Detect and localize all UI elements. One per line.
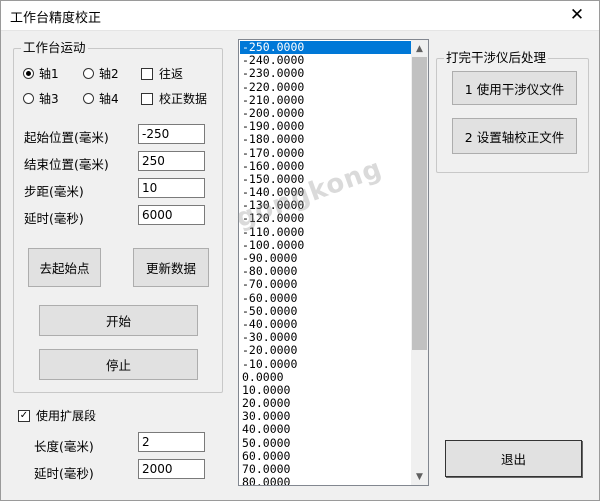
axis4-label: 轴4: [99, 92, 119, 106]
position-list[interactable]: -250.0000 -240.0000 -230.0000 -220.0000 -210…: [238, 39, 429, 486]
radio-dot-icon: [23, 93, 34, 104]
axis3-label: 轴3: [39, 92, 59, 106]
list-item[interactable]: 40.0000: [240, 423, 412, 436]
window-title: 工作台精度校正: [10, 11, 102, 26]
list-item[interactable]: -220.0000: [240, 80, 412, 94]
extension-delay-label: 延时(毫秒): [34, 466, 94, 481]
end-position-input[interactable]: [138, 151, 205, 171]
axis1-label: 轴1: [39, 67, 59, 81]
reciprocate-label: 往返: [159, 67, 184, 81]
use-interferometer-file-button[interactable]: 1 使用干涉仪文件: [452, 71, 577, 105]
list-item[interactable]: -70.0000: [240, 278, 412, 291]
list-item[interactable]: -120.0000: [240, 212, 412, 225]
start-position-input[interactable]: [138, 124, 205, 144]
checkbox-icon: [141, 92, 153, 105]
checkbox-icon: [141, 67, 153, 80]
title-bar: 工作台精度校正 ✕: [0, 0, 600, 31]
goto-start-button[interactable]: 去起始点: [28, 248, 101, 287]
list-item[interactable]: 0.0000: [240, 370, 412, 384]
exit-button[interactable]: 退出: [445, 440, 582, 477]
list-item[interactable]: -20.0000: [240, 344, 412, 357]
vertical-scrollbar[interactable]: ▲ ▼: [411, 40, 428, 485]
extension-length-label: 长度(毫米): [34, 439, 94, 454]
use-extension-checkbox[interactable]: ✓ 使用扩展段: [18, 407, 96, 424]
set-axis-calib-file-button[interactable]: 2 设置轴校正文件: [452, 118, 577, 154]
delay-input[interactable]: [138, 205, 205, 225]
list-item[interactable]: -170.0000: [240, 146, 412, 160]
position-list-items: -250.0000 -240.0000 -230.0000 -220.0000 -210…: [240, 40, 412, 485]
axis3-radio[interactable]: 轴3: [23, 90, 59, 107]
update-data-button[interactable]: 更新数据: [133, 248, 209, 287]
end-position-label: 结束位置(毫米): [24, 157, 109, 172]
radio-dot-icon: [23, 68, 34, 79]
step-label: 步距(毫米): [24, 184, 84, 199]
list-item[interactable]: -160.0000: [240, 159, 412, 173]
start-position-label: 起始位置(毫米): [24, 130, 109, 145]
interferometer-group-label: 打完干涉仪后处理: [444, 50, 549, 66]
reciprocate-checkbox[interactable]: 往返: [141, 65, 183, 82]
list-item[interactable]: 80.0000: [240, 475, 412, 485]
axis2-label: 轴2: [99, 67, 119, 81]
list-item[interactable]: -50.0000: [240, 304, 412, 318]
list-item[interactable]: -110.0000: [240, 225, 412, 239]
list-item[interactable]: -180.0000: [240, 133, 412, 146]
list-item[interactable]: -230.0000: [240, 67, 412, 80]
list-item[interactable]: 50.0000: [240, 436, 412, 450]
stage-motion-group-label: 工作台运动: [21, 40, 88, 56]
list-item[interactable]: -10.0000: [240, 357, 412, 371]
axis4-radio[interactable]: 轴4: [83, 90, 119, 107]
stop-button[interactable]: 停止: [39, 349, 198, 380]
list-item[interactable]: -60.0000: [240, 291, 412, 305]
list-item[interactable]: -210.0000: [240, 93, 412, 107]
check-icon: ✓: [18, 409, 30, 422]
step-input[interactable]: [138, 178, 205, 198]
extension-length-input[interactable]: [138, 432, 205, 452]
radio-dot-icon: [83, 68, 94, 79]
close-icon[interactable]: ✕: [554, 0, 600, 30]
extension-delay-input[interactable]: [138, 459, 205, 479]
axis2-radio[interactable]: 轴2: [83, 65, 119, 82]
scrollbar-thumb[interactable]: [412, 57, 427, 350]
calib-data-label: 校正数据: [159, 92, 208, 106]
axis1-radio[interactable]: 轴1: [23, 65, 59, 82]
use-extension-label: 使用扩展段: [36, 409, 97, 423]
radio-dot-icon: [83, 93, 94, 104]
delay-label: 延时(毫秒): [24, 211, 84, 226]
start-button[interactable]: 开始: [39, 305, 198, 336]
calib-data-checkbox[interactable]: 校正数据: [141, 90, 207, 107]
scroll-up-icon[interactable]: ▲: [411, 40, 428, 57]
scroll-down-icon[interactable]: ▼: [411, 468, 428, 485]
